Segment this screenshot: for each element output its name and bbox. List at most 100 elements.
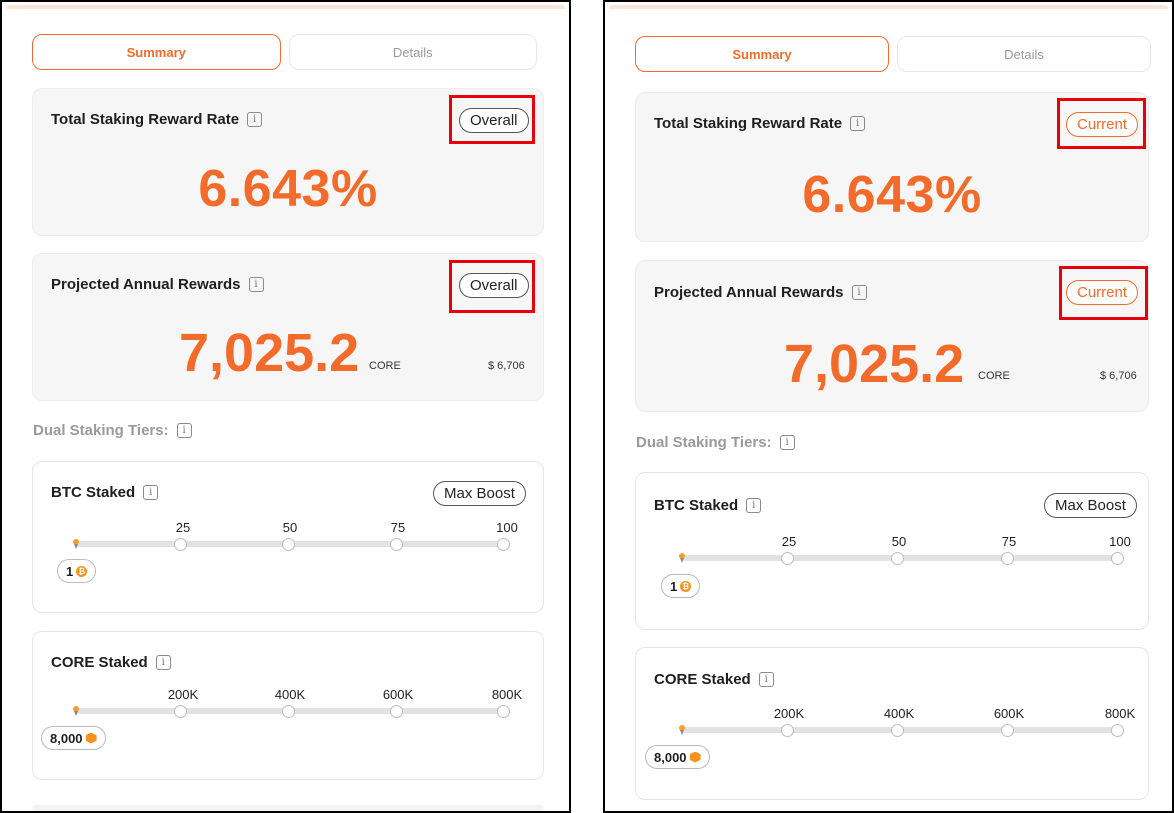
reward-rate-title-text: Total Staking Reward Rate [654, 115, 843, 132]
left-panel-overall: Summary Details Total Staking Reward Rat… [0, 0, 571, 813]
tab-details[interactable]: Details [897, 36, 1151, 72]
core-tier-dot[interactable] [781, 724, 794, 737]
annual-rewards-title: Projected Annual Rewards i [654, 284, 867, 301]
btc-tick-label: 25 [175, 520, 191, 535]
btc-staked-title-text: BTC Staked [654, 497, 739, 514]
core-staked-value[interactable]: 8,000 [645, 745, 710, 769]
info-icon[interactable]: i [247, 112, 263, 127]
core-staked-title: CORE Staked i [654, 671, 774, 688]
core-tick-label: 200K [167, 687, 199, 702]
annual-rewards-value: 7,025.2 [784, 334, 965, 394]
btc-staked-amount: 1 [66, 563, 74, 579]
core-staked-card: CORE Staked i 200K 400K 600K 800K 8,000 [32, 631, 544, 780]
rewards-unit: CORE [978, 370, 1010, 382]
highlight-box [449, 260, 535, 313]
btc-tier-dot[interactable] [174, 538, 187, 551]
tab-details[interactable]: Details [288, 34, 537, 70]
core-staked-title: CORE Staked i [51, 654, 171, 671]
btc-tier-dot[interactable] [282, 538, 295, 551]
btc-staked-title: BTC Staked i [51, 484, 159, 501]
core-staked-card: CORE Staked i 200K 400K 600K 800K 8,000 [635, 647, 1149, 800]
btc-coin-icon: ₿ [76, 565, 88, 577]
info-icon[interactable]: i [851, 285, 867, 300]
max-boost-button[interactable]: Max Boost [1044, 493, 1137, 518]
reward-rate-value: 6.643% [198, 160, 378, 218]
info-icon[interactable]: i [850, 116, 866, 131]
core-tier-dot[interactable] [282, 705, 295, 718]
btc-staked-value[interactable]: 1 ₿ [661, 574, 701, 598]
rewards-usd: $ 6,706 [488, 360, 525, 372]
dual-staking-tiers-label: Dual Staking Tiers: i [636, 434, 795, 451]
btc-tier-dot[interactable] [1111, 552, 1124, 565]
annual-rewards-title: Projected Annual Rewards i [51, 276, 264, 293]
reward-rate-title: Total Staking Reward Rate i [51, 111, 263, 128]
core-coin-icon [85, 732, 97, 744]
btc-slider-handle[interactable] [73, 539, 79, 549]
btc-staked-card: BTC Staked i Max Boost 25 50 75 100 1 ₿ [635, 472, 1149, 630]
info-icon[interactable]: i [758, 672, 774, 687]
core-tier-dot[interactable] [1001, 724, 1014, 737]
core-tier-dot[interactable] [174, 705, 187, 718]
core-tier-dot[interactable] [497, 705, 510, 718]
highlight-box [1059, 266, 1148, 320]
reward-rate-value: 6.643% [802, 166, 982, 224]
core-tick-label: 400K [274, 687, 306, 702]
core-tick-label: 400K [883, 706, 915, 721]
core-staked-title-text: CORE Staked [654, 671, 751, 688]
core-tick-label: 600K [993, 706, 1025, 721]
annual-rewards-title-text: Projected Annual Rewards [51, 276, 241, 293]
info-icon[interactable]: i [248, 277, 264, 292]
btc-tier-dot[interactable] [497, 538, 510, 551]
btc-staked-title: BTC Staked i [654, 497, 762, 514]
btc-tier-dot[interactable] [390, 538, 403, 551]
btc-tick-label: 100 [1109, 534, 1131, 549]
core-staked-value[interactable]: 8,000 [41, 726, 106, 750]
core-slider-handle[interactable] [73, 706, 79, 716]
annual-rewards-title-text: Projected Annual Rewards [654, 284, 844, 301]
dual-staking-tiers-text: Dual Staking Tiers: [636, 434, 772, 451]
core-tier-dot[interactable] [390, 705, 403, 718]
btc-tick-label: 50 [282, 520, 298, 535]
core-tick-label: 200K [773, 706, 805, 721]
btc-staked-value[interactable]: 1 ₿ [57, 559, 97, 583]
core-coin-icon [689, 751, 701, 763]
core-tier-dot[interactable] [891, 724, 904, 737]
annual-rewards-value: 7,025.2 [179, 323, 360, 383]
core-staked-title-text: CORE Staked [51, 654, 148, 671]
core-slider-handle[interactable] [679, 725, 685, 735]
btc-tick-label: 50 [891, 534, 907, 549]
btc-staked-card: BTC Staked i Max Boost 25 50 75 100 1 ₿ [32, 461, 544, 613]
btc-staked-title-text: BTC Staked [51, 484, 136, 501]
rewards-unit: CORE [369, 360, 401, 372]
info-icon[interactable]: i [155, 655, 171, 670]
info-icon[interactable]: i [746, 498, 762, 513]
tab-summary[interactable]: Summary [32, 34, 281, 70]
right-panel-current: Summary Details Total Staking Reward Rat… [603, 0, 1174, 813]
btc-tier-dot[interactable] [781, 552, 794, 565]
reward-rate-title: Total Staking Reward Rate i [654, 115, 866, 132]
info-icon[interactable]: i [143, 485, 159, 500]
core-tier-dot[interactable] [1111, 724, 1124, 737]
core-tick-label: 800K [491, 687, 523, 702]
btc-slider-handle[interactable] [679, 553, 685, 563]
rewards-usd: $ 6,706 [1100, 370, 1137, 382]
dual-staking-tiers-label: Dual Staking Tiers: i [33, 422, 192, 439]
core-tick-label: 800K [1104, 706, 1136, 721]
core-staked-amount: 8,000 [654, 749, 687, 765]
info-icon[interactable]: i [779, 435, 795, 450]
highlight-box [1057, 98, 1146, 149]
btc-tick-label: 75 [1001, 534, 1017, 549]
btc-tick-label: 100 [496, 520, 518, 535]
tab-summary[interactable]: Summary [635, 36, 889, 72]
dual-staking-tiers-text: Dual Staking Tiers: [33, 422, 169, 439]
btc-tick-label: 75 [390, 520, 406, 535]
btc-tier-dot[interactable] [1001, 552, 1014, 565]
highlight-box [449, 95, 535, 144]
core-tick-label: 600K [382, 687, 414, 702]
max-boost-button[interactable]: Max Boost [433, 481, 526, 506]
card-edge [32, 805, 544, 811]
view-tabs: Summary Details [635, 36, 1151, 72]
btc-tier-dot[interactable] [891, 552, 904, 565]
info-icon[interactable]: i [176, 423, 192, 438]
core-staked-amount: 8,000 [50, 730, 83, 746]
